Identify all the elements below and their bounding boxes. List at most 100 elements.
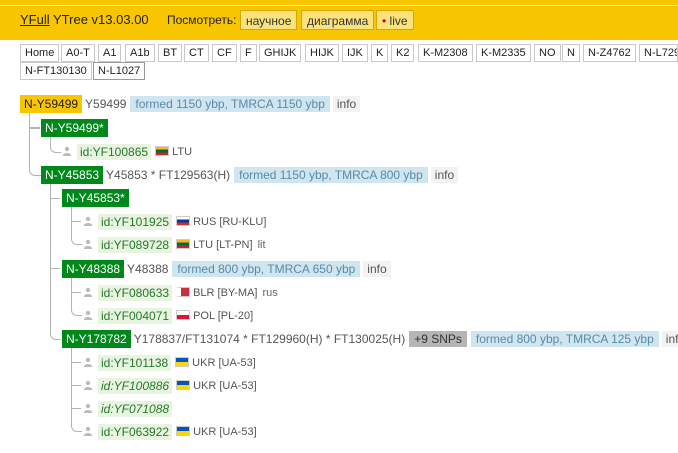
clade-node[interactable]: N-Y178782 [62, 330, 131, 348]
tree-line [50, 137, 61, 153]
header-divider [0, 5, 678, 6]
tab-bt[interactable]: BT [158, 44, 183, 62]
tab-n-l1027[interactable]: N-L1027 [93, 62, 146, 80]
tree-line [50, 184, 51, 330]
diagram-view-label: диаграмма [307, 14, 369, 28]
tree-line [71, 278, 72, 292]
header-bar: YFull YTree v13.03.00 Посмотреть: научно… [0, 0, 678, 40]
tab-ct[interactable]: CT [184, 44, 209, 62]
tab-a0-t[interactable]: A0-T [61, 44, 95, 62]
tree-line [71, 362, 81, 363]
flag-rus-icon [176, 216, 191, 226]
sample-row: id:YF004071 POL [PL-20] [83, 307, 253, 325]
person-icon [83, 380, 93, 390]
tab-a1b[interactable]: A1b [125, 44, 155, 62]
location-label: UKR [UA-53] [192, 357, 256, 369]
tree-line [29, 113, 30, 166]
tree-line [50, 330, 61, 340]
person-icon [83, 357, 93, 367]
tab-no[interactable]: NO [534, 44, 561, 62]
tab-n[interactable]: N [562, 44, 580, 62]
tab-f[interactable]: F [240, 44, 257, 62]
location-label: BLR [BY-MA] [193, 287, 258, 299]
info-link[interactable]: info [363, 261, 391, 277]
flag-ukr-icon [176, 426, 191, 436]
sample-id-link[interactable]: id:YF101138 [98, 355, 172, 371]
tree-line [50, 198, 60, 199]
diagram-view-button[interactable]: диаграмма [301, 10, 375, 30]
live-view-button[interactable]: • live [376, 10, 414, 30]
scientific-view-button[interactable]: научное [240, 10, 298, 30]
node-row-branch2c: N-Y178782 Y178837/FT131074 * FT129960(H) … [62, 330, 678, 348]
version-label: YTree v13.03.00 [53, 12, 149, 27]
flag-ukr-icon [176, 380, 191, 390]
tab-k2[interactable]: K2 [391, 44, 415, 62]
tab-ijk[interactable]: IJK [342, 44, 368, 62]
flag-ltu-icon [176, 239, 191, 249]
age-badge: formed 1150 ybp, TMRCA 1150 ybp [130, 96, 330, 112]
view-label: Посмотреть: [167, 13, 237, 27]
tree-line [71, 348, 72, 408]
sample-row: id:YF080633 BLR [BY-MA] rus [83, 284, 278, 302]
age-badge: formed 800 ybp, TMRCA 650 ybp [172, 261, 361, 277]
tree-line [71, 408, 82, 432]
info-link[interactable]: info [430, 167, 459, 183]
tab-cf[interactable]: CF [212, 44, 237, 62]
brand: YFull YTree v13.03.00 [20, 12, 149, 27]
sample-id-link[interactable]: id:YF063922 [98, 424, 173, 440]
tree-line [71, 207, 72, 221]
sample-id-link[interactable]: id:YF071088 [98, 401, 173, 417]
sample-id-link[interactable]: id:YF004071 [98, 308, 173, 324]
person-icon [83, 310, 93, 320]
tree-line [71, 385, 81, 386]
snp-label: Y59499 [85, 97, 127, 111]
clade-node[interactable]: N-Y59499* [41, 119, 108, 137]
tab-k-m2308[interactable]: K-M2308 [418, 44, 473, 62]
clade-node[interactable]: N-Y45853* [62, 189, 129, 207]
node-row-root: N-Y59499 Y59499 formed 1150 ybp, TMRCA 115… [20, 95, 361, 113]
node-row-branch2a: N-Y45853* [62, 189, 129, 207]
tree-line [50, 268, 60, 269]
tab-n-ft130130[interactable]: N-FT130130 [20, 62, 92, 80]
location-label: LTU [172, 146, 193, 158]
sample-row: id:YF063922 UKR [UA-53] [83, 423, 257, 441]
info-link[interactable]: info [332, 96, 361, 112]
flag-blr-icon [176, 287, 191, 297]
sample-id-link[interactable]: id:YF100865 [77, 144, 152, 160]
sample-row: id:YF101138 UKR [UA-53] [83, 354, 256, 372]
clade-node-root[interactable]: N-Y59499 [20, 95, 83, 113]
tree-line [71, 292, 82, 316]
person-icon [83, 426, 93, 436]
flag-ltu-icon [155, 146, 170, 156]
tab-ghijk[interactable]: GHIJK [259, 44, 302, 62]
tree-line [71, 221, 82, 245]
tab-n-l729[interactable]: N-L729 [639, 44, 678, 62]
tab-k-m2335[interactable]: K-M2335 [476, 44, 531, 62]
tab-n-z4762[interactable]: N-Z4762 [583, 44, 636, 62]
scientific-view-label: научное [246, 14, 292, 28]
sample-row: id:YF100865 LTU [62, 143, 192, 161]
snps-count-badge[interactable]: +9 SNPs [409, 331, 467, 347]
tab-home[interactable]: Home [20, 44, 60, 62]
sample-id-link[interactable]: id:YF080633 [98, 285, 173, 301]
sample-id-link[interactable]: id:YF089728 [98, 237, 173, 253]
sample-row: id:YF089728 LTU [LT-PN] lit [83, 236, 266, 254]
location-label: UKR [UA-53] [193, 426, 257, 438]
snp-label: Y48388 [127, 262, 169, 276]
sample-id-link[interactable]: id:YF100886 [98, 378, 173, 394]
sample-row: id:YF071088 [83, 400, 173, 418]
snp-label: Y45853 * FT129563(H) [106, 168, 231, 182]
person-icon [62, 146, 72, 156]
location-label: RUS [RU-KLU] [193, 216, 267, 228]
yfull-home-link[interactable]: YFull [20, 12, 50, 27]
info-link[interactable]: info [661, 331, 678, 347]
clade-node[interactable]: N-Y45853 [41, 166, 104, 184]
clade-node[interactable]: N-Y48388 [62, 260, 125, 278]
tab-k[interactable]: K [371, 44, 389, 62]
sample-row: id:YF101925 RUS [RU-KLU] [83, 213, 266, 231]
sample-id-link[interactable]: id:YF101925 [98, 214, 173, 230]
live-dot-icon: • [382, 14, 387, 28]
tab-a1[interactable]: A1 [98, 44, 122, 62]
tab-hijk[interactable]: HIJK [305, 44, 339, 62]
tree-line [29, 128, 40, 129]
